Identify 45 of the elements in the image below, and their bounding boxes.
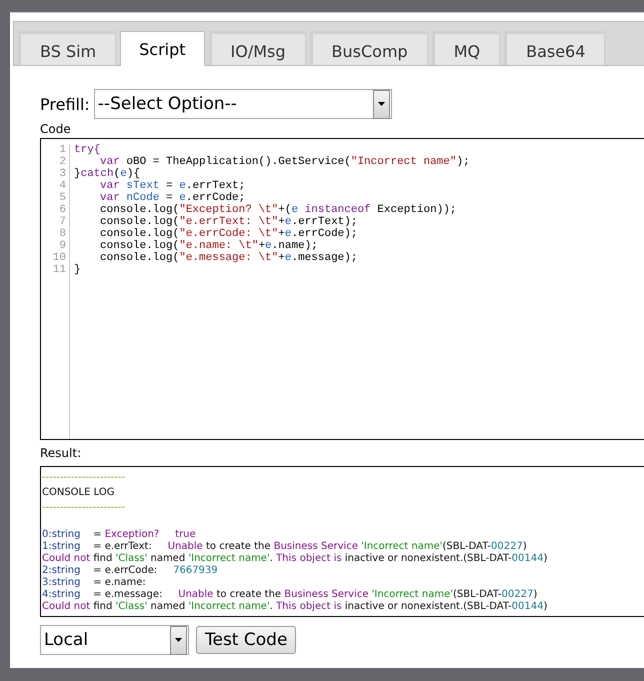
tab[interactable]: BS Sim	[18, 31, 116, 65]
log-line: Could not find 'Class' named 'Incorrect name'. This object is inactive or nonexistent.(SBL-DAT-00144)	[42, 601, 548, 613]
tab[interactable]: Base64	[504, 31, 606, 65]
prefill-dropdown[interactable]: --Select Option--	[94, 89, 392, 119]
code-line: var oBO = TheApplication().GetService("Incorrect name");	[99, 156, 470, 168]
log-line: 2:string = e.errCode: 7667939	[42, 565, 219, 577]
code-line: }catch(e){	[74, 168, 142, 180]
code-line: }	[74, 264, 82, 276]
log-line: 0:string = Exception? true	[42, 528, 197, 541]
line-number: 5	[58, 192, 66, 204]
line-number: 7	[58, 216, 66, 228]
line-number: 10	[52, 252, 66, 264]
line-number: 2	[58, 156, 66, 168]
tab[interactable]: BusComp	[310, 31, 428, 65]
code-line: console.log("Exception? \t"+(e instanceof Exception));	[99, 204, 458, 216]
code-line: console.log("e.name: \t"+e.name);	[99, 240, 319, 252]
line-number: 11	[52, 264, 66, 276]
log-line: 4:string = e.message: Unable to create the Business Service 'Incorrect name'(SBL-DAT-00227)	[42, 589, 538, 601]
line-number: 4	[58, 180, 66, 192]
line-number: 6	[58, 204, 66, 216]
log-line: 1:string = e.errText: Unable to create the Business Service 'Incorrect name'(SBL-DAT-00227)	[42, 541, 528, 553]
tab[interactable]: IO/Msg	[208, 31, 306, 65]
code-line: var sText = e.errText;	[99, 180, 246, 192]
code-label: Code	[40, 123, 72, 136]
code-line: console.log("e.message: \t"+e.message);	[99, 252, 358, 264]
tab[interactable]: Script	[120, 31, 205, 66]
code-editor[interactable]	[40, 138, 644, 440]
log-line: CONSOLE LOG	[42, 487, 116, 499]
log-line: -----------------------	[42, 502, 126, 514]
tab[interactable]: MQ	[432, 31, 500, 65]
log-line: -----------------------	[42, 472, 126, 484]
code-line: var nCode = e.errCode;	[99, 192, 246, 204]
log-line: 3:string = e.name:	[42, 577, 147, 589]
line-number: 3	[58, 168, 66, 180]
code-line: console.log("e.errCode: \t"+e.errCode);	[99, 228, 358, 240]
test-code-button[interactable]: Test Code	[196, 626, 296, 654]
prefill-label: Prefill:	[40, 94, 90, 114]
result-label: Result:	[40, 447, 82, 460]
code-line: console.log("e.errText: \t"+e.errText);	[99, 216, 358, 228]
line-number: 9	[58, 240, 66, 252]
log-line: Could not find 'Class' named 'Incorrect name'. This object is inactive or nonexistent.(SBL-DAT-00144)	[42, 553, 548, 565]
code-line: try{	[74, 144, 102, 156]
line-number: 1	[58, 144, 66, 156]
line-number: 8	[58, 228, 66, 240]
target-dropdown[interactable]: Local	[40, 625, 189, 655]
